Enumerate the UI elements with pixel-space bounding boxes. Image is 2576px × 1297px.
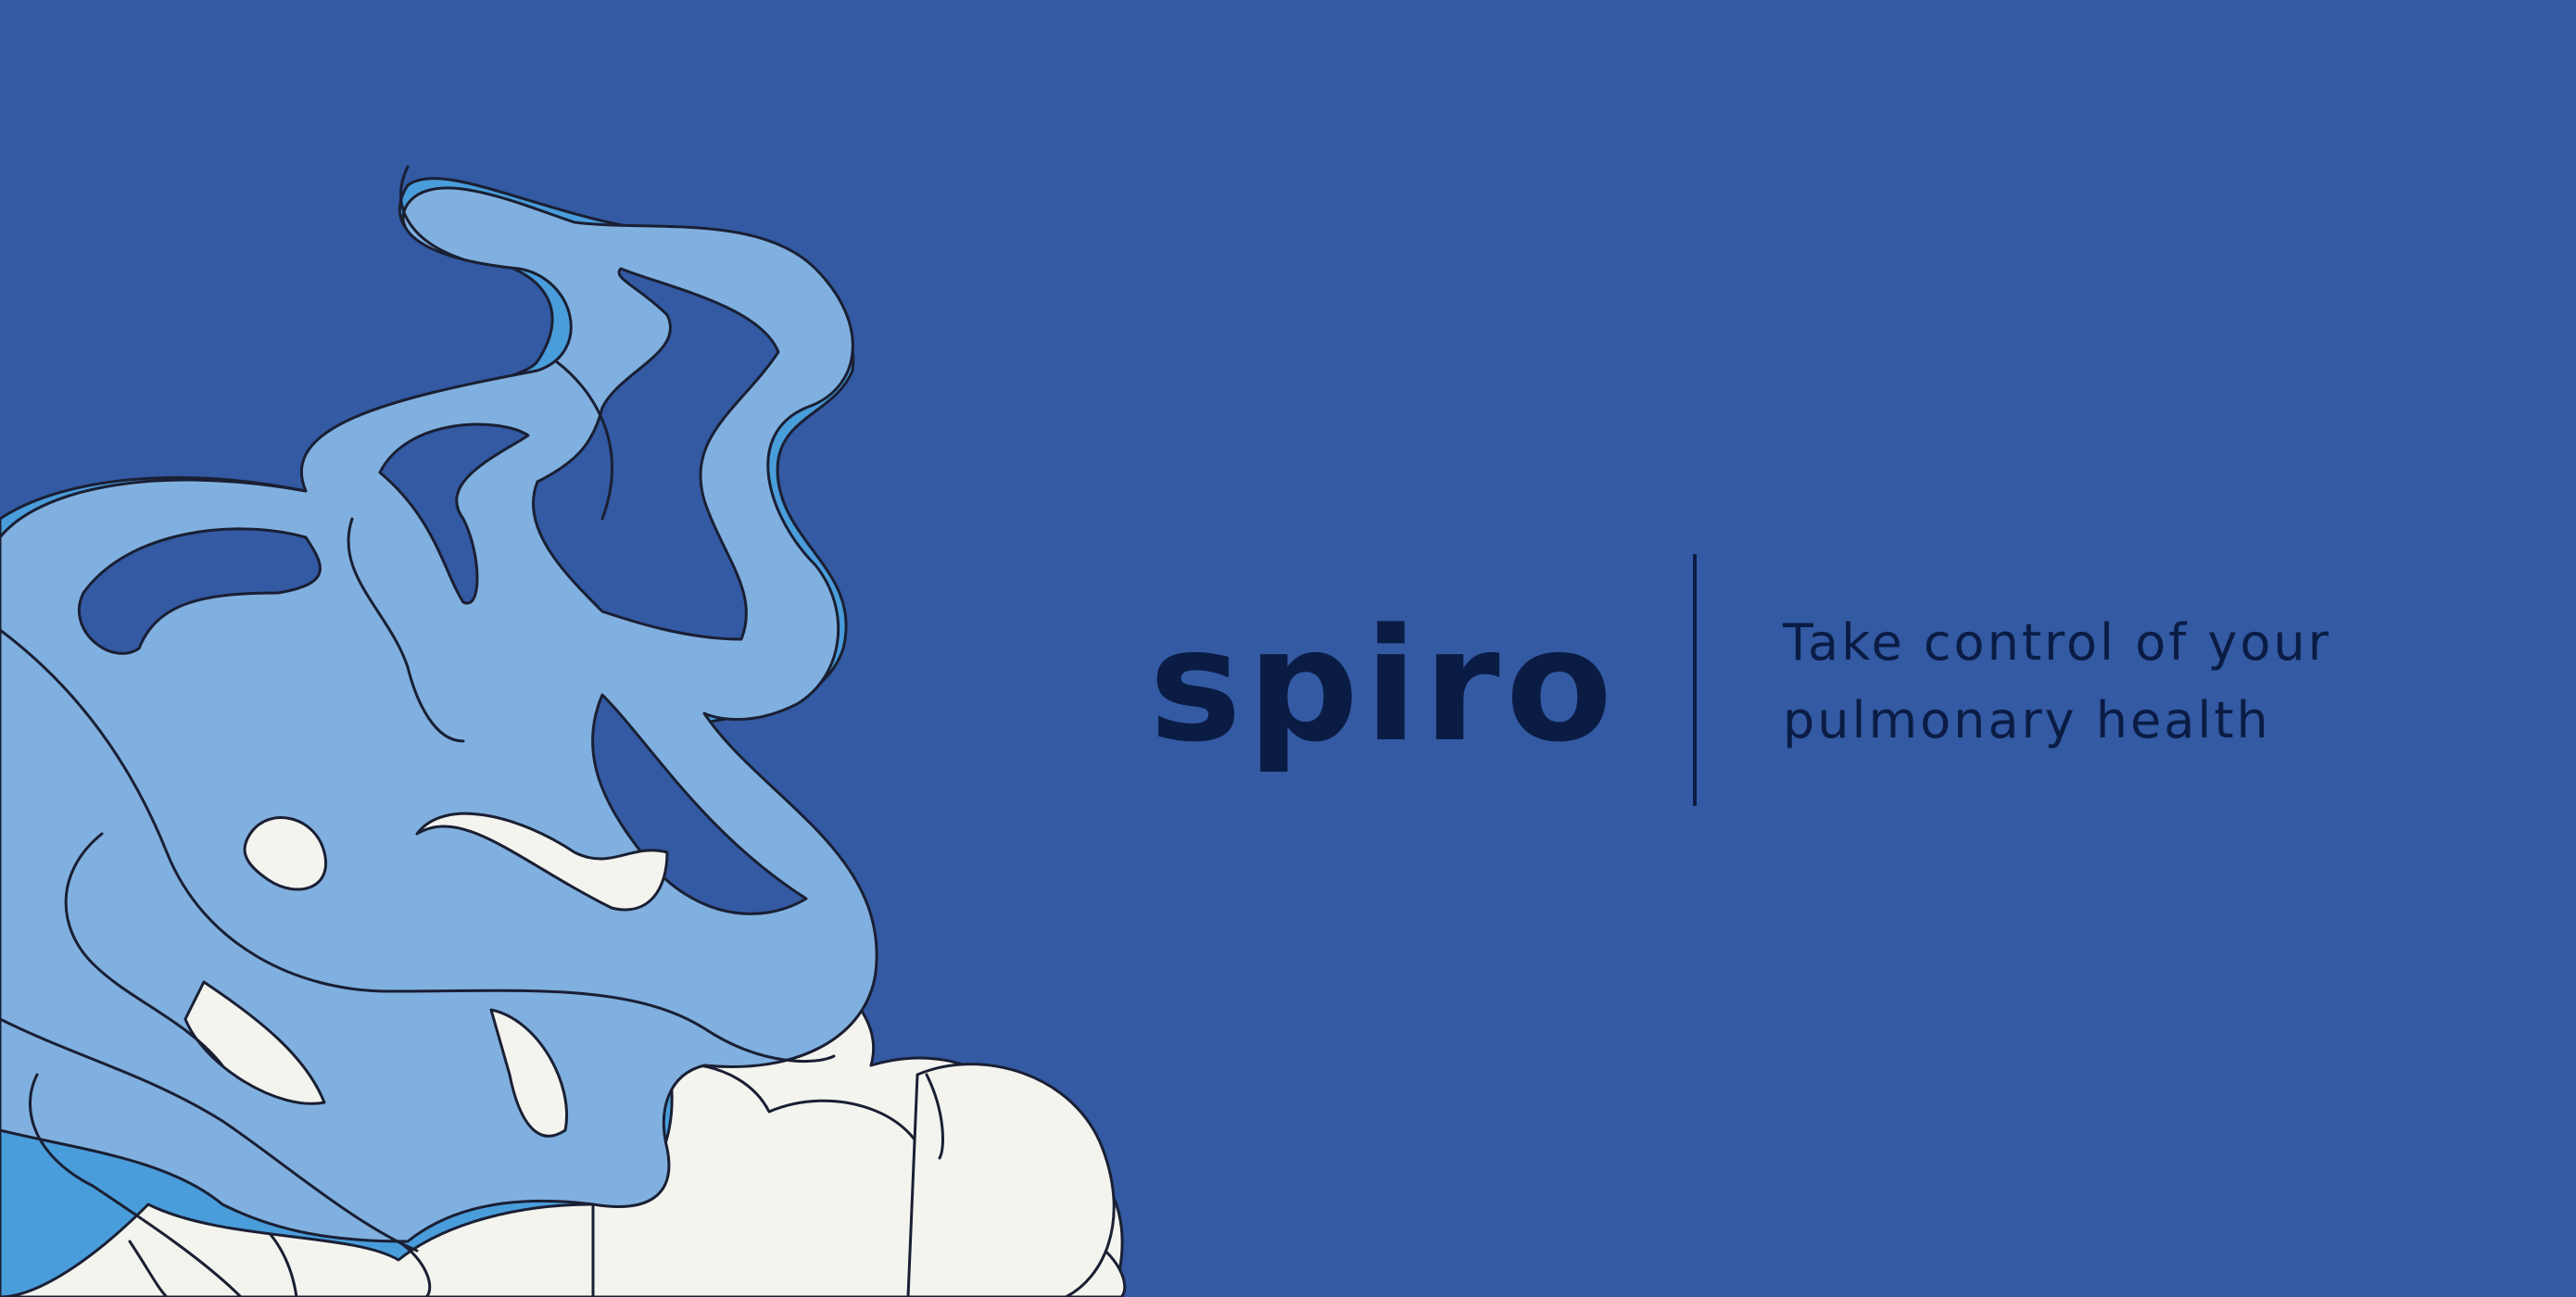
vertical-divider xyxy=(1693,554,1697,806)
brand-wordmark: spiro xyxy=(1149,595,1619,776)
tagline-line-1: Take control of your xyxy=(1783,613,2331,672)
tagline-line-2: pulmonary health xyxy=(1783,691,2271,749)
lungs-airflow-illustration xyxy=(0,165,1127,1297)
cloud-shape xyxy=(906,1063,1116,1297)
hero-banner: spiro Take control of your pulmonary hea… xyxy=(0,0,2576,1297)
tagline: Take control of your pulmonary health xyxy=(1783,604,2450,760)
